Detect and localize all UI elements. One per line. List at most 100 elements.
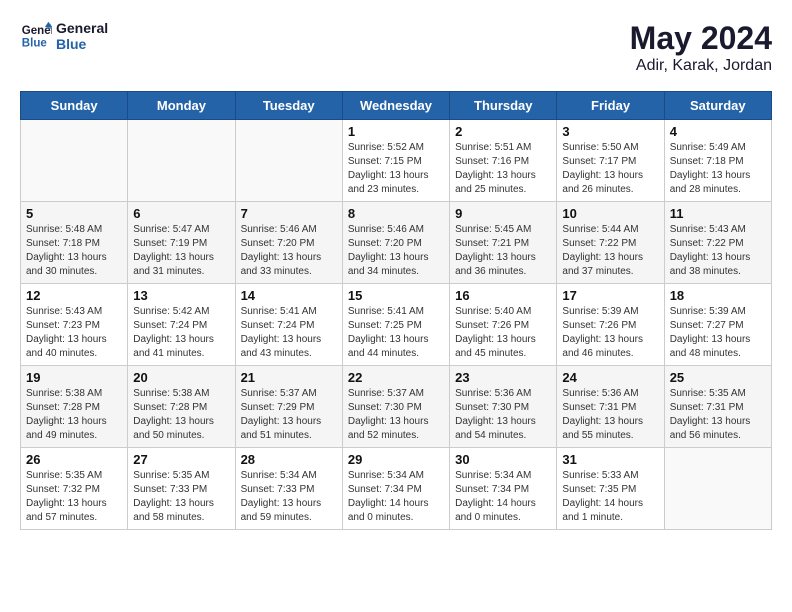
day-info: Sunrise: 5:34 AMSunset: 7:34 PMDaylight:…	[455, 469, 551, 525]
calendar-day-cell: 13 Sunrise: 5:42 AMSunset: 7:24 PMDayligh…	[128, 284, 235, 366]
day-info: Sunrise: 5:34 AMSunset: 7:34 PMDaylight:…	[348, 469, 444, 525]
calendar-day-cell: 19 Sunrise: 5:38 AMSunset: 7:28 PMDayligh…	[21, 366, 128, 448]
day-number: 5	[26, 206, 122, 221]
calendar-day-cell: 6 Sunrise: 5:47 AMSunset: 7:19 PMDaylight…	[128, 202, 235, 284]
day-number: 29	[348, 452, 444, 467]
day-info: Sunrise: 5:51 AMSunset: 7:16 PMDaylight:…	[455, 141, 551, 197]
calendar-day-cell: 22 Sunrise: 5:37 AMSunset: 7:30 PMDayligh…	[342, 366, 449, 448]
day-info: Sunrise: 5:37 AMSunset: 7:29 PMDaylight:…	[241, 387, 337, 443]
day-info: Sunrise: 5:52 AMSunset: 7:15 PMDaylight:…	[348, 141, 444, 197]
calendar-day-cell: 11 Sunrise: 5:43 AMSunset: 7:22 PMDayligh…	[664, 202, 771, 284]
calendar-day-cell: 29 Sunrise: 5:34 AMSunset: 7:34 PMDayligh…	[342, 448, 449, 530]
calendar-day-cell: 27Sunrise: 5:35 AMSunset: 7:33 PMDayligh…	[128, 448, 235, 530]
day-info: Sunrise: 5:35 AMSunset: 7:32 PMDaylight:…	[26, 469, 122, 525]
calendar-week-row: 1 Sunrise: 5:52 AMSunset: 7:15 PMDaylight…	[21, 120, 772, 202]
calendar-day-cell: 17 Sunrise: 5:39 AMSunset: 7:26 PMDayligh…	[557, 284, 664, 366]
calendar-day-cell: 7 Sunrise: 5:46 AMSunset: 7:20 PMDaylight…	[235, 202, 342, 284]
calendar-day-cell: 21 Sunrise: 5:37 AMSunset: 7:29 PMDayligh…	[235, 366, 342, 448]
calendar-day-cell: 24Sunrise: 5:36 AMSunset: 7:31 PMDayligh…	[557, 366, 664, 448]
day-number: 30	[455, 452, 551, 467]
calendar-day-cell: 16Sunrise: 5:40 AMSunset: 7:26 PMDayligh…	[450, 284, 557, 366]
weekday-header: Tuesday	[235, 92, 342, 120]
calendar-day-cell: 28Sunrise: 5:34 AMSunset: 7:33 PMDayligh…	[235, 448, 342, 530]
calendar-day-cell	[21, 120, 128, 202]
day-number: 2	[455, 124, 551, 139]
day-info: Sunrise: 5:42 AMSunset: 7:24 PMDaylight:…	[133, 305, 229, 361]
day-number: 15	[348, 288, 444, 303]
weekday-header: Saturday	[664, 92, 771, 120]
day-number: 8	[348, 206, 444, 221]
day-number: 4	[670, 124, 766, 139]
day-info: Sunrise: 5:46 AMSunset: 7:20 PMDaylight:…	[241, 223, 337, 279]
calendar-day-cell: 30 Sunrise: 5:34 AMSunset: 7:34 PMDayligh…	[450, 448, 557, 530]
day-info: Sunrise: 5:50 AMSunset: 7:17 PMDaylight:…	[562, 141, 658, 197]
day-info: Sunrise: 5:39 AMSunset: 7:27 PMDaylight:…	[670, 305, 766, 361]
day-info: Sunrise: 5:38 AMSunset: 7:28 PMDaylight:…	[133, 387, 229, 443]
day-number: 25	[670, 370, 766, 385]
calendar-week-row: 19 Sunrise: 5:38 AMSunset: 7:28 PMDayligh…	[21, 366, 772, 448]
day-number: 12	[26, 288, 122, 303]
day-info: Sunrise: 5:34 AMSunset: 7:33 PMDaylight:…	[241, 469, 337, 525]
calendar-day-cell: 25 Sunrise: 5:35 AMSunset: 7:31 PMDayligh…	[664, 366, 771, 448]
day-number: 7	[241, 206, 337, 221]
calendar-day-cell: 18 Sunrise: 5:39 AMSunset: 7:27 PMDayligh…	[664, 284, 771, 366]
calendar-header-row: SundayMondayTuesdayWednesdayThursdayFrid…	[21, 92, 772, 120]
svg-text:Blue: Blue	[22, 38, 48, 50]
calendar-table: SundayMondayTuesdayWednesdayThursdayFrid…	[20, 91, 772, 530]
calendar-day-cell: 10Sunrise: 5:44 AMSunset: 7:22 PMDayligh…	[557, 202, 664, 284]
calendar-day-cell: 12 Sunrise: 5:43 AMSunset: 7:23 PMDayligh…	[21, 284, 128, 366]
day-number: 16	[455, 288, 551, 303]
day-number: 13	[133, 288, 229, 303]
day-number: 21	[241, 370, 337, 385]
day-info: Sunrise: 5:36 AMSunset: 7:31 PMDaylight:…	[562, 387, 658, 443]
day-number: 3	[562, 124, 658, 139]
calendar-day-cell: 20 Sunrise: 5:38 AMSunset: 7:28 PMDayligh…	[128, 366, 235, 448]
day-info: Sunrise: 5:39 AMSunset: 7:26 PMDaylight:…	[562, 305, 658, 361]
day-info: Sunrise: 5:41 AMSunset: 7:25 PMDaylight:…	[348, 305, 444, 361]
day-info: Sunrise: 5:43 AMSunset: 7:22 PMDaylight:…	[670, 223, 766, 279]
day-number: 20	[133, 370, 229, 385]
calendar-day-cell: 8 Sunrise: 5:46 AMSunset: 7:20 PMDaylight…	[342, 202, 449, 284]
day-number: 17	[562, 288, 658, 303]
day-number: 11	[670, 206, 766, 221]
weekday-header: Thursday	[450, 92, 557, 120]
day-number: 1	[348, 124, 444, 139]
calendar-day-cell: 26Sunrise: 5:35 AMSunset: 7:32 PMDayligh…	[21, 448, 128, 530]
calendar-day-cell: 3 Sunrise: 5:50 AMSunset: 7:17 PMDaylight…	[557, 120, 664, 202]
day-number: 6	[133, 206, 229, 221]
day-info: Sunrise: 5:45 AMSunset: 7:21 PMDaylight:…	[455, 223, 551, 279]
calendar-day-cell	[128, 120, 235, 202]
day-info: Sunrise: 5:44 AMSunset: 7:22 PMDaylight:…	[562, 223, 658, 279]
logo-blue: Blue	[56, 36, 108, 52]
calendar-day-cell: 1 Sunrise: 5:52 AMSunset: 7:15 PMDaylight…	[342, 120, 449, 202]
calendar-day-cell: 4Sunrise: 5:49 AMSunset: 7:18 PMDaylight…	[664, 120, 771, 202]
calendar-day-cell: 14Sunrise: 5:41 AMSunset: 7:24 PMDayligh…	[235, 284, 342, 366]
page-header: General Blue General Blue May 2024 Adir,…	[20, 20, 772, 75]
weekday-header: Monday	[128, 92, 235, 120]
calendar-day-cell: 23Sunrise: 5:36 AMSunset: 7:30 PMDayligh…	[450, 366, 557, 448]
logo-general: General	[56, 20, 108, 36]
calendar-week-row: 12 Sunrise: 5:43 AMSunset: 7:23 PMDayligh…	[21, 284, 772, 366]
day-info: Sunrise: 5:43 AMSunset: 7:23 PMDaylight:…	[26, 305, 122, 361]
calendar-day-cell: 5Sunrise: 5:48 AMSunset: 7:18 PMDaylight…	[21, 202, 128, 284]
weekday-header: Wednesday	[342, 92, 449, 120]
calendar-day-cell	[235, 120, 342, 202]
day-number: 18	[670, 288, 766, 303]
day-info: Sunrise: 5:46 AMSunset: 7:20 PMDaylight:…	[348, 223, 444, 279]
weekday-header: Sunday	[21, 92, 128, 120]
day-info: Sunrise: 5:37 AMSunset: 7:30 PMDaylight:…	[348, 387, 444, 443]
title-block: May 2024 Adir, Karak, Jordan	[630, 20, 772, 75]
day-info: Sunrise: 5:35 AMSunset: 7:31 PMDaylight:…	[670, 387, 766, 443]
calendar-day-cell	[664, 448, 771, 530]
day-number: 19	[26, 370, 122, 385]
day-number: 22	[348, 370, 444, 385]
location: Adir, Karak, Jordan	[630, 57, 772, 75]
day-number: 14	[241, 288, 337, 303]
day-info: Sunrise: 5:47 AMSunset: 7:19 PMDaylight:…	[133, 223, 229, 279]
day-number: 23	[455, 370, 551, 385]
weekday-header: Friday	[557, 92, 664, 120]
day-info: Sunrise: 5:38 AMSunset: 7:28 PMDaylight:…	[26, 387, 122, 443]
calendar-day-cell: 31Sunrise: 5:33 AMSunset: 7:35 PMDayligh…	[557, 448, 664, 530]
day-number: 9	[455, 206, 551, 221]
logo-icon: General Blue	[20, 20, 52, 52]
